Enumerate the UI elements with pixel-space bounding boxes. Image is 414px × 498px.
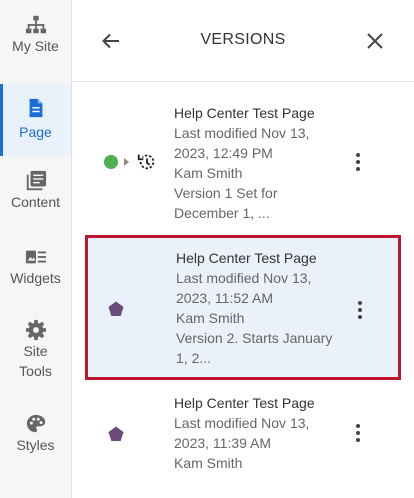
versions-header: VERSIONS [72,0,414,82]
rail-item-label: Widgets [10,270,61,286]
version-modified-line2: 2023, 11:39 AM [174,435,272,451]
version-modified-line2: 2023, 12:49 PM [174,145,273,161]
rail-item-label-line1: Site [23,343,48,359]
version-note-line1: Version 2. Starts January [176,330,333,346]
rail-item-label: Content [10,194,61,210]
close-icon [367,33,383,49]
version-menu-button[interactable] [348,150,368,174]
status-dot-live [104,155,118,169]
version-modified-line1: Last modified Nov 13, [174,125,310,141]
draft-pentagon-icon [108,301,124,316]
kebab-dot [356,424,360,428]
version-text: Help Center Test Page Last modified Nov … [174,103,315,223]
rail-item-label: My Site [12,38,59,54]
version-author: Kam Smith [174,455,243,471]
rail-item-site-tools[interactable]: Site Tools [0,319,71,383]
version-title: Help Center Test Page [176,250,317,266]
side-nav-rail: My Site Page Content Widgets Site Tools … [0,0,72,498]
version-menu-button[interactable] [350,298,370,322]
draft-pentagon-icon [108,426,124,441]
version-title: Help Center Test Page [174,105,315,121]
version-modified-line2: 2023, 11:52 AM [176,290,274,306]
kebab-dot [356,431,360,435]
kebab-dot [356,160,360,164]
version-menu-button[interactable] [348,421,368,445]
gear-icon [25,319,46,341]
version-item-selected[interactable]: Help Center Test Page Last modified Nov … [85,235,401,380]
version-modified-line1: Last modified Nov 13, [174,415,310,431]
version-note-line2: December 1, ... [174,205,270,221]
rail-item-styles[interactable]: Styles [0,413,71,463]
rail-item-my-site[interactable]: My Site [0,14,71,74]
rail-item-content[interactable]: Content [0,170,71,220]
version-note-line2: 1, 2... [176,350,212,366]
palette-icon [26,414,45,433]
kebab-dot [358,301,362,305]
version-note-line1: Version 1 Set for [174,185,278,201]
rail-item-page[interactable]: Page [0,84,71,156]
rail-item-label: Styles [16,437,55,453]
kebab-dot [358,308,362,312]
kebab-dot [356,167,360,171]
close-button[interactable] [361,27,389,55]
content-library-icon [26,170,46,191]
version-author: Kam Smith [174,165,243,181]
kebab-dot [356,438,360,442]
scheduled-clock-icon [137,154,155,170]
version-modified-line1: Last modified Nov 13, [176,270,312,286]
kebab-dot [358,315,362,319]
widgets-icon [25,250,46,264]
rail-item-label-line2: Tools [19,363,52,379]
version-item[interactable]: Help Center Test Page Last modified Nov … [85,96,401,230]
page-icon [29,98,42,118]
version-text: Help Center Test Page Last modified Nov … [176,248,332,368]
sitemap-icon [25,15,46,34]
version-author: Kam Smith [176,310,245,326]
version-item[interactable]: Help Center Test Page Last modified Nov … [85,386,401,484]
caret-right-icon [124,158,129,166]
version-title: Help Center Test Page [174,395,315,411]
rail-item-label: Page [19,124,52,140]
rail-item-widgets[interactable]: Widgets [0,246,71,296]
kebab-dot [356,153,360,157]
version-text: Help Center Test Page Last modified Nov … [174,393,315,473]
